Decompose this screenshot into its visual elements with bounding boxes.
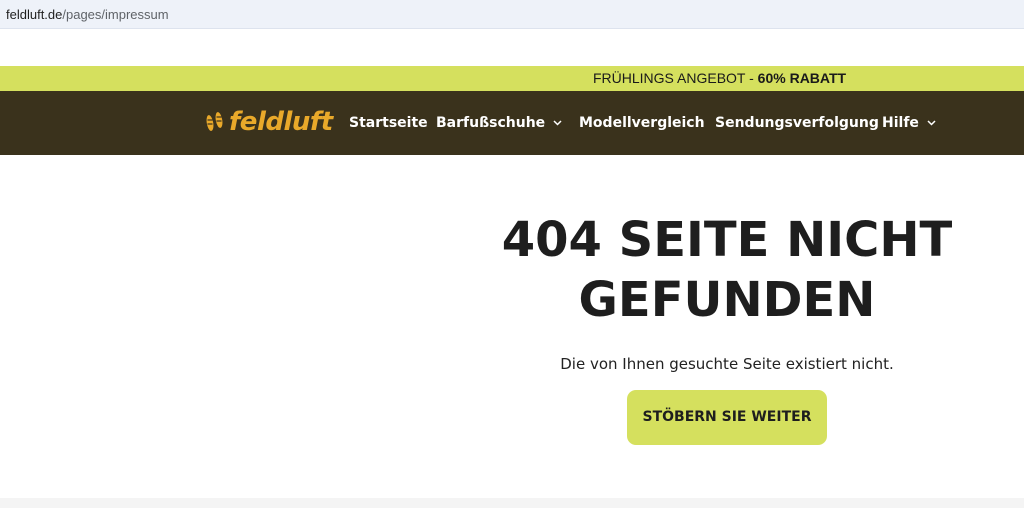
top-utility-strip bbox=[0, 29, 1024, 66]
main-navigation: feldluft Startseite Barfußschuhe Modellv… bbox=[0, 91, 1024, 155]
nav-modellvergleich[interactable]: Modellvergleich bbox=[579, 114, 705, 132]
url-text[interactable]: feldluft.de/pages/impressum bbox=[6, 6, 169, 23]
browser-address-bar[interactable]: feldluft.de/pages/impressum bbox=[0, 0, 1024, 29]
promo-highlight: 60% RABATT bbox=[757, 70, 847, 86]
nav-hilfe-label: Hilfe bbox=[882, 115, 919, 131]
nav-startseite[interactable]: Startseite bbox=[349, 114, 428, 132]
url-path: /pages/impressum bbox=[62, 7, 169, 22]
logo-wordmark: feldluft bbox=[229, 107, 333, 137]
nav-startseite-label: Startseite bbox=[349, 115, 428, 131]
page-title: 404 SEITE NICHT GEFUNDEN bbox=[501, 212, 953, 328]
nav-modellvergleich-label: Modellvergleich bbox=[579, 115, 705, 131]
error-message: Die von Ihnen gesuchte Seite existiert n… bbox=[560, 355, 894, 373]
url-domain: feldluft.de bbox=[6, 7, 63, 22]
nav-barfussschuhe[interactable]: Barfußschuhe bbox=[436, 114, 562, 132]
continue-shopping-button[interactable]: STÖBERN SIE WEITER bbox=[627, 390, 827, 445]
nav-barfussschuhe-label: Barfußschuhe bbox=[436, 115, 546, 131]
chevron-down-icon bbox=[553, 120, 562, 126]
nav-hilfe[interactable]: Hilfe bbox=[882, 114, 936, 132]
footer-edge bbox=[0, 498, 1024, 508]
footprints-icon bbox=[206, 112, 223, 131]
promo-banner: FRÜHLINGS ANGEBOT - 60% RABATT bbox=[0, 66, 1024, 91]
nav-sendungsverfolgung[interactable]: Sendungsverfolgung bbox=[715, 114, 879, 132]
chevron-down-icon bbox=[927, 120, 936, 126]
promo-text: FRÜHLINGS ANGEBOT - 60% RABATT bbox=[593, 70, 846, 87]
site-logo[interactable]: feldluft bbox=[203, 105, 333, 139]
promo-label: FRÜHLINGS ANGEBOT - bbox=[593, 70, 758, 86]
nav-sendungsverfolgung-label: Sendungsverfolgung bbox=[715, 115, 879, 131]
